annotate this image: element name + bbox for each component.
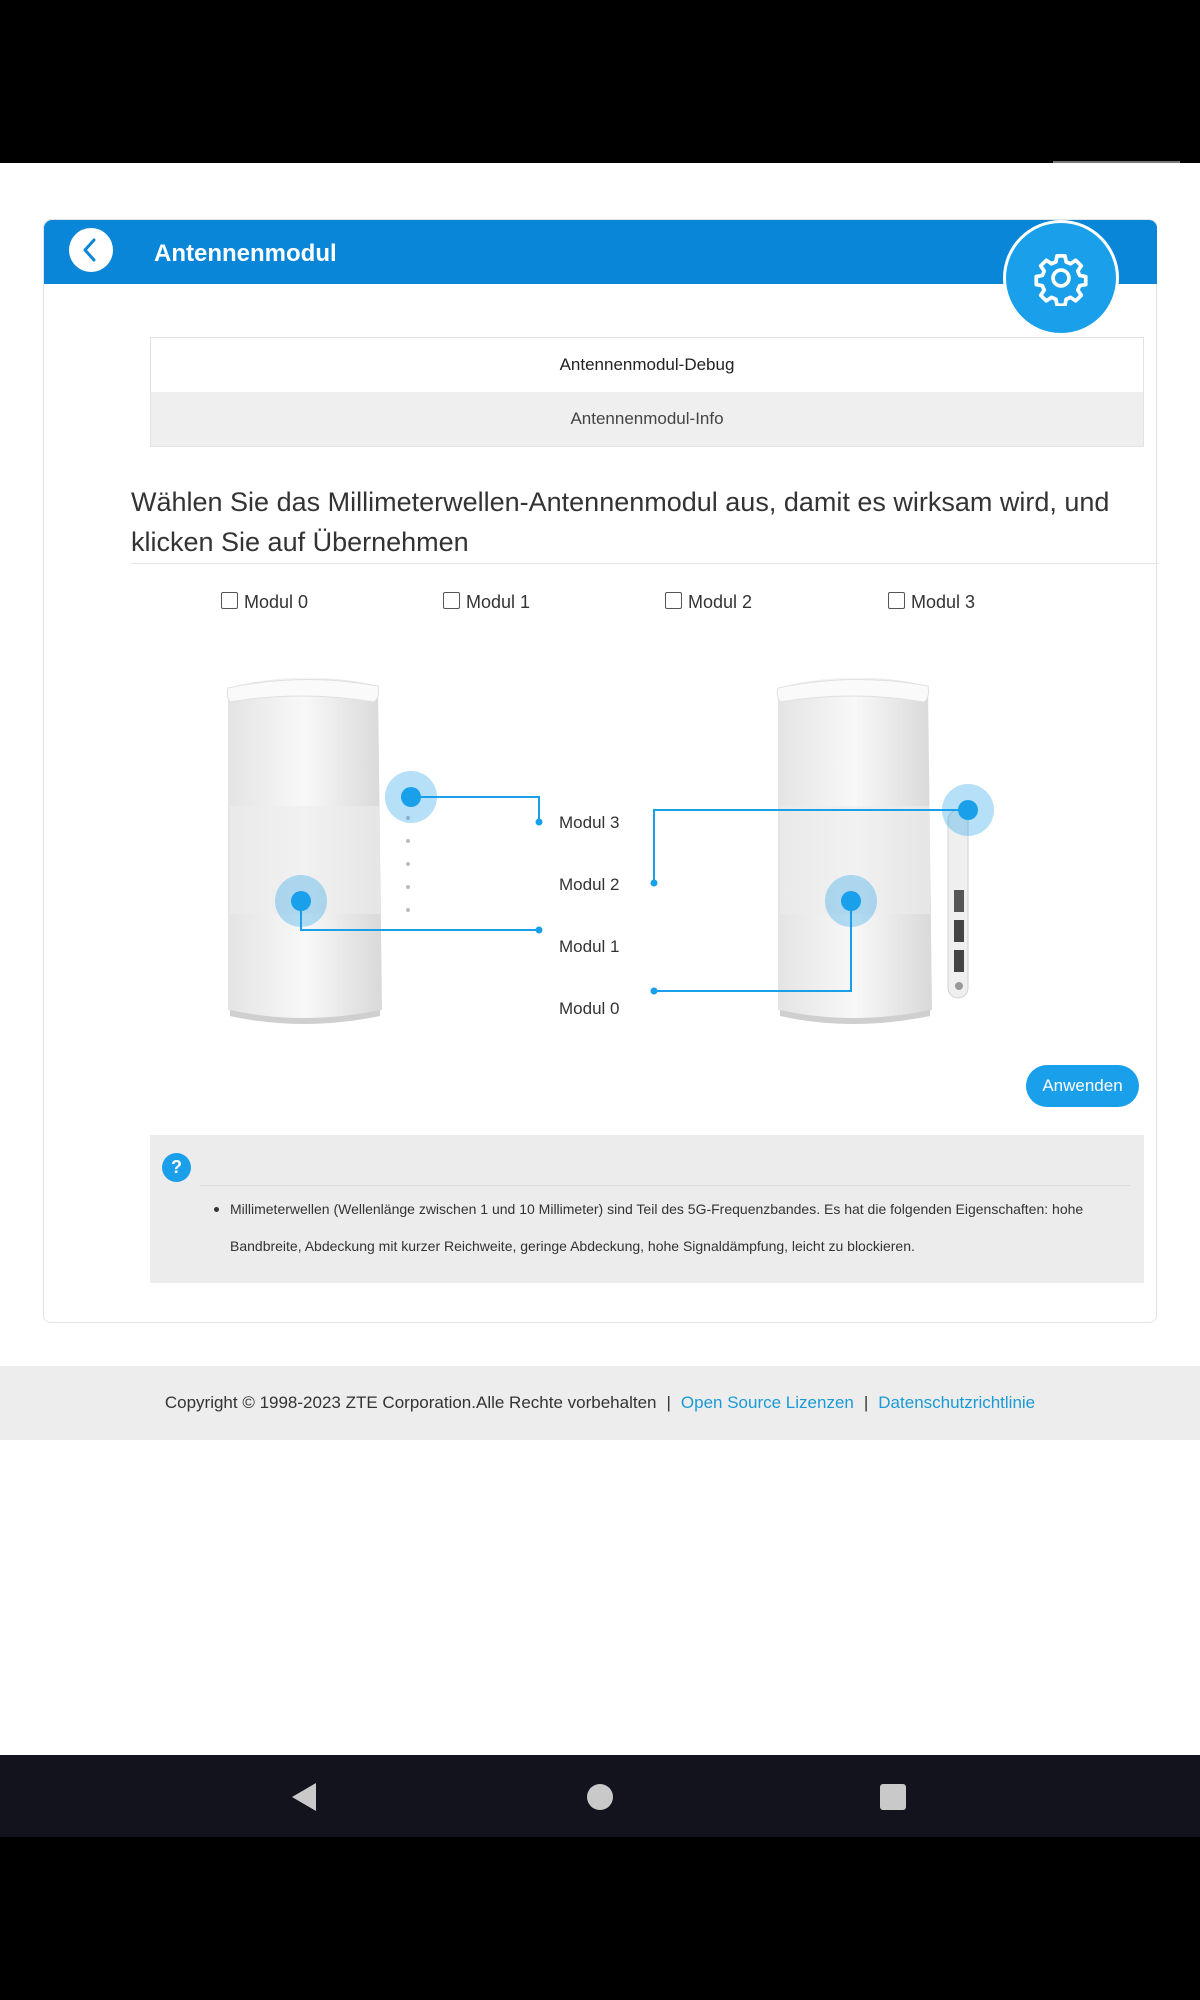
circle-home-icon[interactable] — [580, 1777, 620, 1817]
tab-antenna-debug[interactable]: Antennenmodul-Debug — [151, 338, 1143, 393]
module-3-option[interactable]: Modul 3 — [888, 592, 975, 613]
antenna-markers — [275, 771, 994, 995]
page-title: Antennenmodul — [154, 240, 337, 267]
tab-list: Antennenmodul-Debug Antennenmodul-Info — [150, 337, 1144, 447]
help-box: ? Millimeterwellen (Wellenlänge zwischen… — [150, 1135, 1144, 1283]
module-0-option[interactable]: Modul 0 — [221, 592, 308, 613]
help-divider — [200, 1185, 1130, 1186]
module-0-label: Modul 0 — [244, 592, 309, 612]
question-icon: ? — [162, 1153, 191, 1182]
open-source-link[interactable]: Open Source Lizenzen — [681, 1393, 854, 1413]
page: Antennenmodul Antennenmodul-Debug Antenn… — [0, 163, 1200, 1755]
chevron-left-icon — [83, 238, 96, 262]
tab-antenna-info[interactable]: Antennenmodul-Info — [151, 392, 1143, 446]
apply-button[interactable]: Anwenden — [1026, 1065, 1139, 1107]
module-1-option[interactable]: Modul 1 — [443, 592, 530, 613]
antenna-panel: Antennenmodul Antennenmodul-Debug Antenn… — [43, 219, 1159, 1323]
system-nav-bar — [0, 1755, 1200, 1837]
diagram-label-module-2: Modul 2 — [559, 875, 620, 894]
status-bar — [0, 0, 1200, 163]
settings-badge — [1003, 220, 1119, 336]
square-recents-icon[interactable] — [873, 1777, 913, 1817]
connector-lines — [300, 796, 968, 992]
diagram-label-module-0: Modul 0 — [559, 999, 620, 1018]
diagram-label-module-1: Modul 1 — [559, 937, 620, 956]
copyright-text: Copyright © 1998-2023 ZTE Corporation.Al… — [164, 1393, 657, 1412]
gear-icon — [1034, 253, 1088, 306]
footer-separator: | — [863, 1393, 869, 1412]
module-2-label: Modul 2 — [688, 592, 753, 612]
module-1-label: Modul 1 — [466, 592, 531, 612]
module-2-checkbox[interactable] — [665, 592, 682, 609]
module-0-checkbox[interactable] — [221, 592, 238, 609]
bottom-bezel — [0, 1837, 1200, 2000]
module-3-checkbox[interactable] — [888, 592, 905, 609]
divider — [131, 563, 1159, 564]
panel-header: Antennenmodul — [44, 220, 1157, 336]
module-3-label: Modul 3 — [911, 592, 976, 612]
footer-separator: | — [666, 1393, 671, 1412]
bullet — [214, 1207, 219, 1212]
triangle-back-icon[interactable] — [286, 1777, 326, 1817]
diagram-label-module-3: Modul 3 — [559, 813, 620, 832]
router-front-image — [226, 677, 410, 1024]
module-1-checkbox[interactable] — [443, 592, 460, 609]
privacy-link[interactable]: Datenschutzrichtlinie — [878, 1393, 1035, 1413]
instruction-text: Wählen Sie das Millimeterwellen-Antennen… — [131, 487, 1110, 557]
router-back-image — [776, 677, 969, 1024]
back-button[interactable] — [69, 228, 113, 272]
help-text: Millimeterwellen (Wellenlänge zwischen 1… — [230, 1201, 1084, 1254]
module-2-option[interactable]: Modul 2 — [665, 592, 752, 613]
footer: Copyright © 1998-2023 ZTE Corporation.Al… — [0, 1366, 1200, 1440]
